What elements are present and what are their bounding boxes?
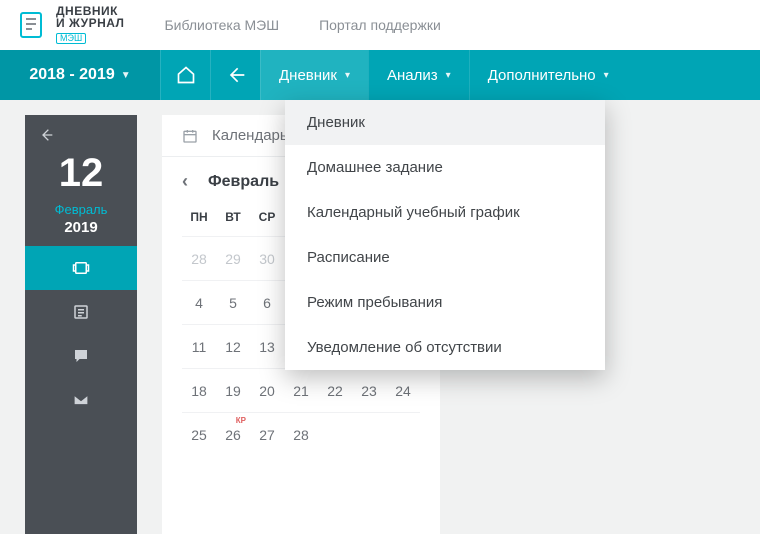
calendar-cell[interactable]: 24 — [386, 368, 420, 412]
chevron-down-icon: ▾ — [446, 70, 451, 81]
logo-line2: И ЖУРНАЛ — [56, 17, 124, 29]
calendar-cell — [352, 412, 386, 456]
kp-badge: КР — [236, 416, 246, 425]
calendar-cell[interactable]: 27 — [250, 412, 284, 456]
sidebar-year: 2019 — [25, 219, 137, 236]
nav-item-label: Дневник — [279, 67, 337, 84]
top-link-library[interactable]: Библиотека МЭШ — [164, 17, 279, 33]
tab-calendar[interactable]: Календарь — [212, 127, 288, 144]
calendar-cell[interactable]: 20 — [250, 368, 284, 412]
dropdown-item[interactable]: Режим пребывания — [285, 280, 605, 325]
sidebar-icon-mail[interactable] — [25, 378, 137, 422]
calendar-cell[interactable]: 29 — [216, 236, 250, 280]
sidebar-icon-chat[interactable] — [25, 334, 137, 378]
calendar-cell[interactable]: 5 — [216, 280, 250, 324]
calendar-icon — [182, 128, 198, 144]
sidebar-icon-cards[interactable] — [25, 246, 137, 290]
diary-dropdown: Дневник Домашнее задание Календарный уче… — [285, 100, 605, 370]
nav-item-more[interactable]: Дополнительно ▾ — [469, 50, 627, 100]
nav-item-analysis[interactable]: Анализ ▾ — [368, 50, 469, 100]
calendar-cell[interactable]: 28 — [284, 412, 318, 456]
sidebar-month: Февраль — [25, 202, 137, 217]
cards-icon — [71, 259, 91, 277]
arrow-left-icon — [226, 65, 246, 85]
dow: СР — [250, 210, 284, 224]
list-icon — [72, 303, 90, 321]
nav-item-label: Дополнительно — [488, 67, 596, 84]
sidebar-icon-list[interactable] — [25, 290, 137, 334]
mail-icon — [72, 391, 90, 409]
top-link-support[interactable]: Портал поддержки — [319, 17, 441, 33]
arrow-left-icon — [39, 127, 55, 143]
dow: ПН — [182, 210, 216, 224]
calendar-cell[interactable]: 22 — [318, 368, 352, 412]
chat-icon — [72, 347, 90, 365]
dropdown-item[interactable]: Дневник — [285, 100, 605, 145]
calendar-cell[interactable]: 4 — [182, 280, 216, 324]
calendar-cell[interactable]: 11 — [182, 324, 216, 368]
prev-month-button[interactable]: ‹ — [182, 171, 188, 192]
chevron-down-icon: ▼ — [121, 70, 131, 81]
month-label: Февраль — [208, 173, 279, 191]
sidebar-back-button[interactable] — [25, 115, 137, 155]
calendar-cell — [318, 412, 352, 456]
sidebar-day: 12 — [25, 151, 137, 196]
sidebar: 12 Февраль 2019 — [25, 115, 137, 534]
logo[interactable]: ДНЕВНИК И ЖУРНАЛ МЭШ — [18, 5, 124, 45]
calendar-cell[interactable]: 12 — [216, 324, 250, 368]
dropdown-item[interactable]: Календарный учебный график — [285, 190, 605, 235]
logo-text: ДНЕВНИК И ЖУРНАЛ МЭШ — [56, 5, 124, 45]
year-selector[interactable]: 2018 - 2019 ▼ — [0, 50, 160, 100]
logo-icon — [18, 10, 48, 40]
nav-bar: 2018 - 2019 ▼ Дневник ▾ Анализ ▾ Дополни… — [0, 50, 760, 100]
calendar-cell[interactable]: 30 — [250, 236, 284, 280]
calendar-cell — [386, 412, 420, 456]
nav-item-diary[interactable]: Дневник ▾ — [260, 50, 368, 100]
dropdown-item[interactable]: Расписание — [285, 235, 605, 280]
logo-line3: МЭШ — [56, 33, 86, 44]
calendar-cell[interactable]: 6 — [250, 280, 284, 324]
calendar-cell[interactable]: 28 — [182, 236, 216, 280]
calendar-cell[interactable]: 21 — [284, 368, 318, 412]
back-button[interactable] — [210, 50, 260, 100]
dow: ВТ — [216, 210, 250, 224]
top-header: ДНЕВНИК И ЖУРНАЛ МЭШ Библиотека МЭШ Порт… — [0, 0, 760, 50]
chevron-down-icon: ▾ — [604, 70, 609, 81]
calendar-cell[interactable]: 18 — [182, 368, 216, 412]
home-icon — [176, 65, 196, 85]
dropdown-item[interactable]: Уведомление об отсутствии — [285, 325, 605, 370]
calendar-cell[interactable]: 13 — [250, 324, 284, 368]
home-button[interactable] — [160, 50, 210, 100]
calendar-cell[interactable]: 19 — [216, 368, 250, 412]
sidebar-icons — [25, 246, 137, 422]
chevron-down-icon: ▾ — [345, 70, 350, 81]
nav-item-label: Анализ — [387, 67, 438, 84]
calendar-cell[interactable]: 25 — [182, 412, 216, 456]
calendar-cell[interactable]: 23 — [352, 368, 386, 412]
calendar-cell[interactable]: 26КР — [216, 412, 250, 456]
year-label: 2018 - 2019 — [29, 66, 114, 84]
dropdown-item[interactable]: Домашнее задание — [285, 145, 605, 190]
